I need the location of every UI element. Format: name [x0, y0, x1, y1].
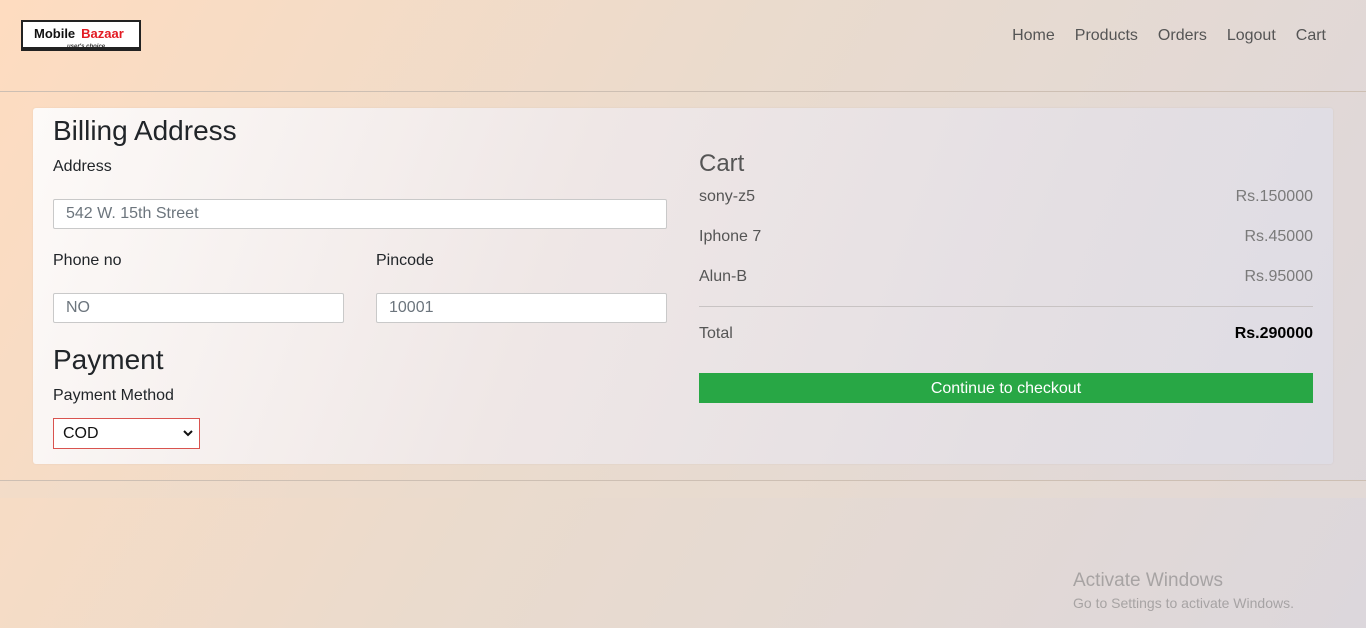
- nav-links: Home Products Orders Logout Cart: [1002, 27, 1326, 45]
- navbar: MobileBazaar user's choice Home Products…: [0, 0, 1366, 92]
- pincode-label: Pincode: [376, 252, 434, 269]
- continue-to-checkout-button[interactable]: Continue to checkout: [699, 373, 1313, 403]
- phone-input[interactable]: [53, 293, 344, 323]
- logo-underline: [23, 47, 139, 49]
- checkout-card: Billing Address Address Phone no Pincode…: [33, 108, 1333, 464]
- pincode-input[interactable]: [376, 293, 667, 323]
- nav-link-logout[interactable]: Logout: [1217, 27, 1286, 45]
- footer: [0, 480, 1366, 498]
- payment-method-value: COD: [63, 425, 99, 442]
- brand-name-part2: Bazaar: [81, 26, 124, 41]
- cart-item: Alun-B Rs.95000: [699, 268, 1313, 288]
- brand-logo[interactable]: MobileBazaar user's choice: [21, 20, 141, 51]
- payment-heading: Payment: [53, 344, 164, 375]
- payment-method-label: Payment Method: [53, 387, 174, 404]
- cart-item-name[interactable]: sony-z5: [699, 188, 755, 206]
- brand-name-part1: Mobile: [34, 26, 76, 41]
- windows-activation-watermark: Activate Windows Go to Settings to activ…: [1073, 570, 1294, 612]
- nav-link-orders[interactable]: Orders: [1148, 27, 1217, 45]
- cart-heading: Cart: [699, 150, 745, 177]
- cart-item-price: Rs.95000: [1244, 268, 1314, 285]
- cart-total-row: Total Rs.290000: [699, 325, 1313, 345]
- billing-heading: Billing Address: [53, 115, 237, 146]
- phone-label: Phone no: [53, 252, 122, 269]
- cart-item-price: Rs.150000: [1235, 188, 1313, 205]
- cart-total-value: Rs.290000: [1234, 325, 1313, 342]
- cart-item-name[interactable]: Iphone 7: [699, 228, 761, 246]
- nav-link-cart[interactable]: Cart: [1286, 27, 1326, 45]
- watermark-line1: Activate Windows: [1073, 570, 1223, 591]
- cart-item-price: Rs.45000: [1244, 228, 1314, 245]
- nav-link-products[interactable]: Products: [1065, 27, 1148, 45]
- nav-link-home[interactable]: Home: [1002, 27, 1065, 45]
- watermark-line2: Go to Settings to activate Windows.: [1073, 595, 1294, 611]
- cart-item: sony-z5 Rs.150000: [699, 188, 1313, 208]
- address-label: Address: [53, 158, 112, 175]
- cart-total-label: Total: [699, 325, 733, 342]
- cart-divider: [699, 306, 1313, 307]
- brand-name: Mobile Bazaar: [34, 26, 124, 41]
- payment-method-select[interactable]: COD: [53, 418, 200, 449]
- cart-item-name[interactable]: Alun-B: [699, 268, 747, 286]
- cart-item: Iphone 7 Rs.45000: [699, 228, 1313, 248]
- address-input[interactable]: [53, 199, 667, 229]
- chevron-down-icon: [183, 430, 193, 437]
